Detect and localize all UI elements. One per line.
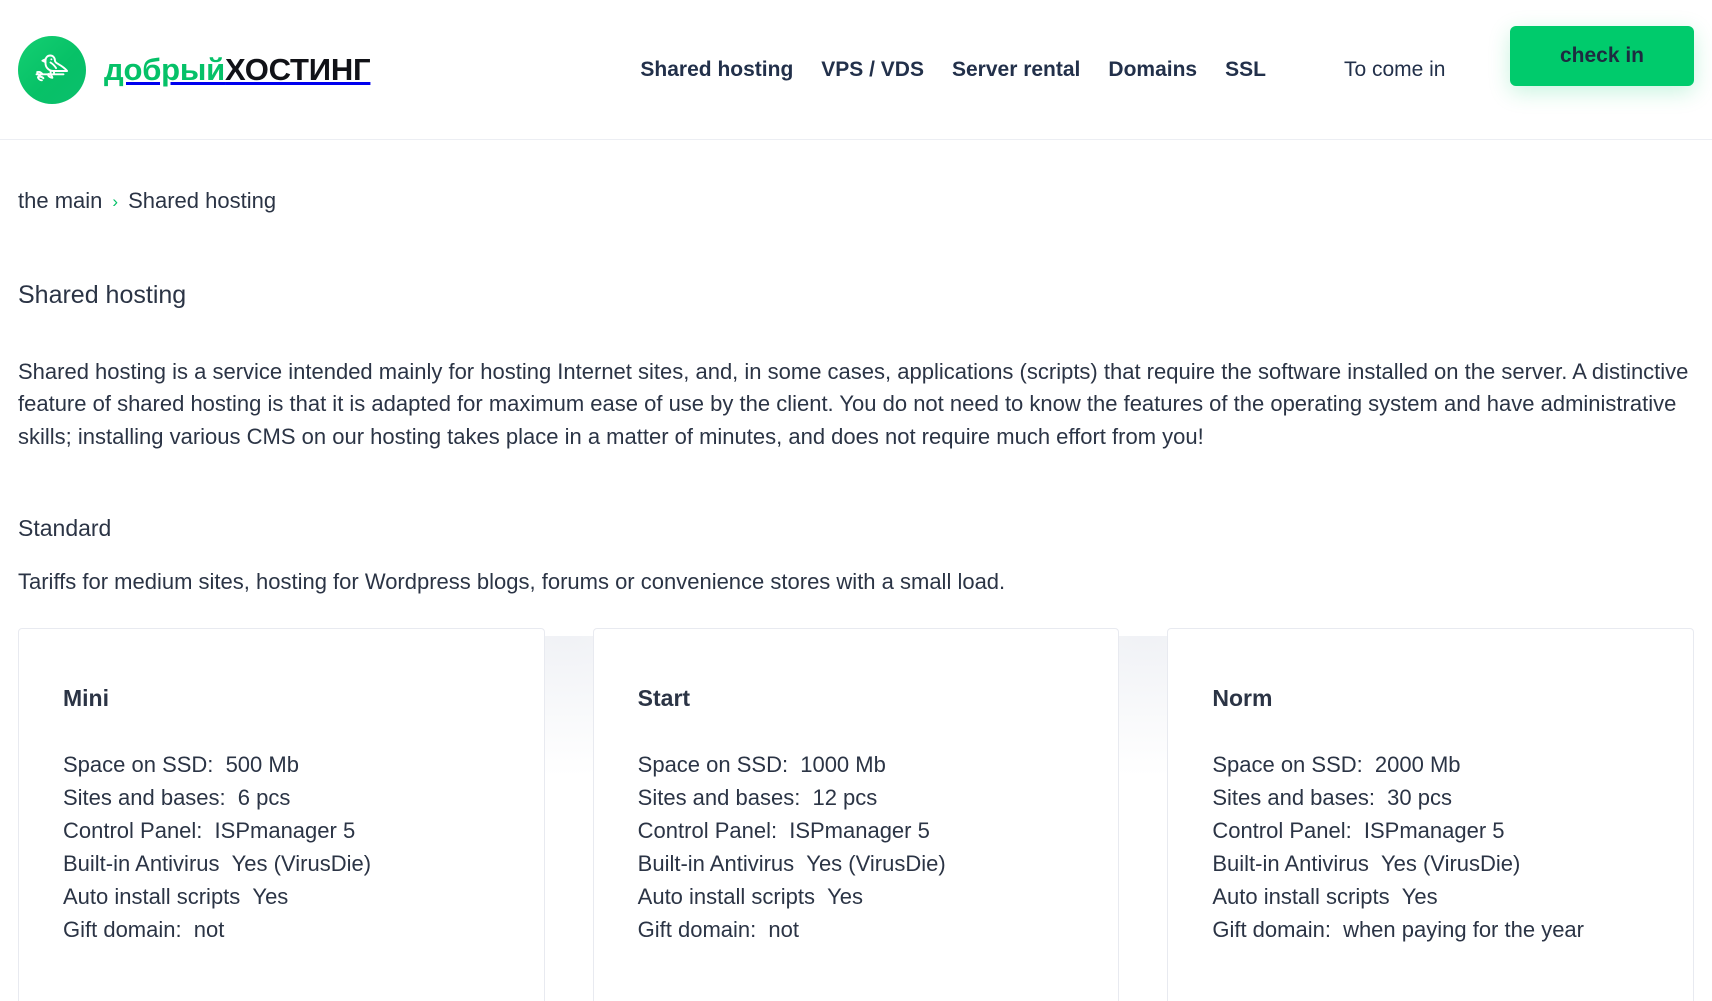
spec-value: not — [768, 916, 799, 942]
nav-item-shared-hosting[interactable]: Shared hosting — [626, 52, 807, 88]
spec-label: Space on SSD: — [63, 751, 214, 777]
plan-card-list: Mini Space on SSD: 500 Mb Sites and base… — [18, 627, 1694, 1001]
spec-value: Yes (VirusDie) — [231, 850, 372, 876]
spec-label: Sites and bases: — [637, 784, 801, 810]
nav-item-server-rental[interactable]: Server rental — [938, 52, 1094, 88]
spec-value: when paying for the year — [1343, 916, 1584, 942]
plan-spec-row: Gift domain: not — [63, 913, 500, 946]
breadcrumb-item-current: Shared hosting — [128, 188, 277, 213]
chevron-right-icon: › — [112, 191, 119, 211]
spec-label: Auto install scripts — [1212, 883, 1390, 909]
plan-card-mini[interactable]: Mini Space on SSD: 500 Mb Sites and base… — [18, 627, 545, 1001]
spec-value: Yes — [1401, 883, 1438, 909]
spec-value: ISPmanager 5 — [789, 817, 930, 843]
check-in-button[interactable]: check in — [1510, 26, 1694, 86]
plan-spec-row: Space on SSD: 2000 Mb — [1212, 748, 1649, 781]
spec-label: Control Panel: — [1212, 817, 1352, 843]
plan-card-start[interactable]: Start Space on SSD: 1000 Mb Sites and ba… — [592, 627, 1120, 1001]
plan-spec-row: Control Panel: ISPmanager 5 — [1212, 814, 1649, 847]
nav-item-domains[interactable]: Domains — [1094, 52, 1211, 88]
logo-wordmark: добрыйХОСТИНГ — [104, 52, 371, 87]
spec-value: 12 pcs — [812, 784, 878, 810]
nav-item-ssl[interactable]: SSL — [1211, 52, 1280, 88]
spec-value: not — [193, 916, 225, 942]
plan-spec-row: Space on SSD: 500 Mb — [63, 748, 500, 781]
spec-value: 500 Mb — [225, 751, 299, 777]
spec-label: Built-in Antivirus — [637, 850, 795, 876]
spec-value: 6 pcs — [237, 784, 291, 810]
breadcrumb-item-home[interactable]: the main — [18, 188, 102, 214]
plans-section: Mini Space on SSD: 500 Mb Sites and base… — [0, 627, 1712, 1001]
plan-spec-row: Built-in Antivirus Yes (VirusDie) — [63, 847, 500, 880]
spec-label: Control Panel: — [63, 817, 203, 843]
spec-label: Space on SSD: — [637, 751, 789, 777]
plan-spec-row: Sites and bases: 12 pcs — [638, 781, 1075, 814]
plan-spec-row: Auto install scripts Yes — [63, 880, 500, 913]
plan-name: Mini — [63, 684, 109, 711]
spec-label: Built-in Antivirus — [63, 850, 220, 876]
spec-label: Built-in Antivirus — [1212, 850, 1369, 876]
plan-spec-row: Sites and bases: 30 pcs — [1212, 781, 1649, 814]
spec-value: Yes — [827, 883, 863, 909]
bird-on-branch-icon — [18, 35, 86, 104]
breadcrumb: the main › Shared hosting — [18, 188, 1694, 214]
logo-link[interactable]: добрыйХОСТИНГ — [18, 35, 371, 104]
spec-label: Auto install scripts — [63, 883, 241, 909]
spec-value: Yes (VirusDie) — [1380, 850, 1521, 876]
site-header: добрыйХОСТИНГ Shared hosting VPS / VDS S… — [0, 0, 1712, 140]
plan-name: Norm — [1212, 684, 1273, 711]
spec-label: Auto install scripts — [637, 883, 815, 909]
spec-label: Space on SSD: — [1212, 751, 1363, 777]
plan-spec-row: Control Panel: ISPmanager 5 — [638, 814, 1075, 847]
spec-label: Sites and bases: — [63, 784, 226, 810]
plan-spec-row: Auto install scripts Yes — [1212, 880, 1649, 913]
plan-spec-row: Sites and bases: 6 pcs — [63, 781, 500, 814]
plan-card-norm[interactable]: Norm Space on SSD: 2000 Mb Sites and bas… — [1167, 627, 1694, 1001]
plan-spec-row: Built-in Antivirus Yes (VirusDie) — [638, 847, 1075, 880]
logo-text-green: добрый — [104, 52, 226, 87]
spec-value: ISPmanager 5 — [214, 817, 356, 843]
plan-spec-row: Built-in Antivirus Yes (VirusDie) — [1212, 847, 1649, 880]
spec-value: 1000 Mb — [800, 751, 886, 777]
plan-spec-row: Auto install scripts Yes — [638, 880, 1075, 913]
spec-label: Gift domain: — [637, 916, 757, 942]
plan-spec-row: Control Panel: ISPmanager 5 — [63, 814, 500, 847]
main-navigation: Shared hosting VPS / VDS Server rental D… — [626, 52, 1459, 88]
nav-item-vps-vds[interactable]: VPS / VDS — [807, 52, 938, 88]
spec-value: 2000 Mb — [1374, 751, 1461, 777]
section-title-standard: Standard — [18, 514, 112, 541]
spec-label: Control Panel: — [637, 817, 778, 843]
section-subtitle: Tariffs for medium sites, hosting for Wo… — [18, 568, 1006, 594]
page-intro-text: Shared hosting is a service intended mai… — [18, 359, 1689, 449]
plan-spec-row: Gift domain: not — [638, 913, 1075, 946]
spec-value: Yes (VirusDie) — [806, 850, 946, 876]
plan-name: Start — [637, 684, 691, 711]
page-title: Shared hosting — [18, 281, 187, 309]
plan-spec-row: Gift domain: when paying for the year — [1212, 913, 1649, 946]
spec-label: Gift domain: — [63, 916, 182, 942]
spec-label: Gift domain: — [1212, 916, 1331, 942]
nav-item-login[interactable]: To come in — [1330, 52, 1460, 88]
spec-value: Yes — [252, 883, 289, 909]
logo-text-dark: ХОСТИНГ — [225, 52, 371, 87]
spec-value: ISPmanager 5 — [1363, 817, 1505, 843]
spec-value: 30 pcs — [1387, 784, 1452, 810]
spec-label: Sites and bases: — [1212, 784, 1375, 810]
main-content: the main › Shared hosting Shared hosting… — [0, 188, 1712, 1001]
plan-spec-row: Space on SSD: 1000 Mb — [638, 748, 1075, 781]
